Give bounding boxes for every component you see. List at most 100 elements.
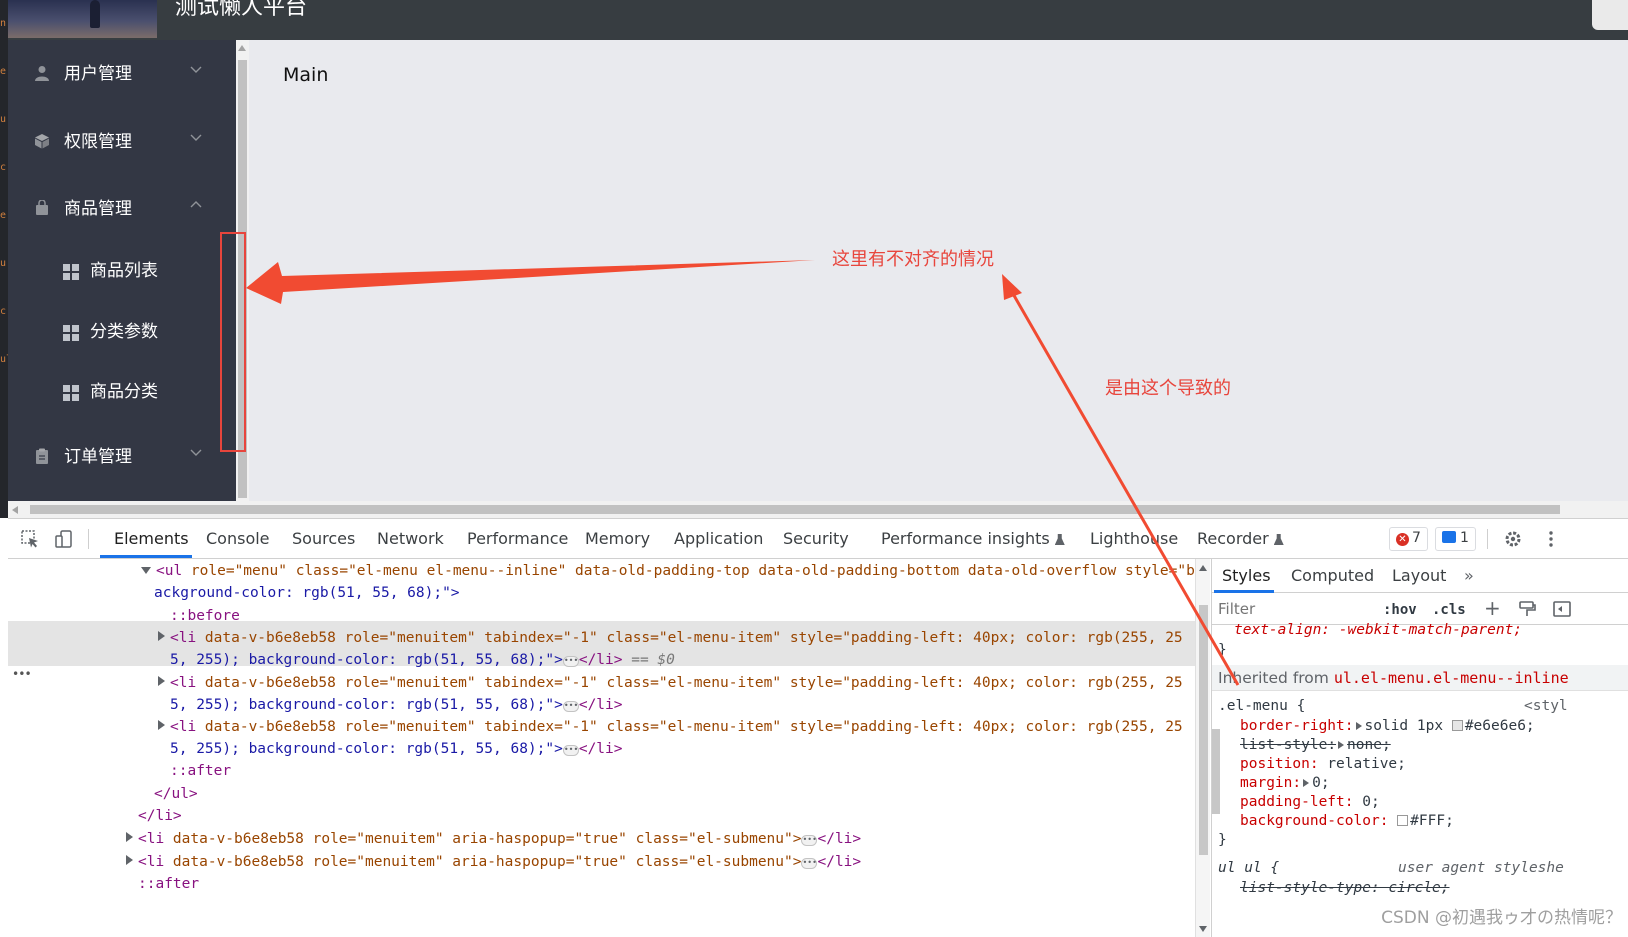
collapsed-content-ellipsis[interactable]: ••• [562,701,579,712]
menu-item-orders[interactable]: 订单管理 [8,429,236,485]
tab-console[interactable]: Console [206,529,270,548]
css-prop-background-color[interactable]: background-color: #FFF; [1240,812,1454,831]
css-prop-list-style[interactable]: list-style: none; [1240,736,1391,755]
expand-triangle-icon[interactable] [158,631,165,641]
experiment-flask-icon [1273,534,1284,545]
dom-pseudo-after[interactable]: ::after [138,873,199,895]
chevron-up-icon [190,201,202,208]
expand-shorthand-icon[interactable] [1303,779,1310,787]
scroll-down-arrow-icon[interactable] [1199,926,1207,932]
tab-recorder[interactable]: Recorder [1197,529,1284,548]
horizontal-scrollbar[interactable] [8,501,1628,518]
css-prop-list-style-type[interactable]: list-style-type: circle; [1240,879,1450,898]
expand-shorthand-icon[interactable] [1338,741,1345,749]
tab-sources[interactable]: Sources [292,529,355,548]
menu-item-users[interactable]: 用户管理 [8,46,236,102]
scrollbar-thumb[interactable] [30,505,1560,514]
submenu-item-label: 商品分类 [90,382,158,402]
tab-label: Recorder [1197,529,1269,548]
scroll-up-arrow-icon[interactable] [238,45,246,51]
tab-performance[interactable]: Performance [467,529,568,548]
tab-security[interactable]: Security [783,529,849,548]
collapsed-content-ellipsis[interactable]: ••• [801,858,818,869]
ua-rule-selector: ul ul { [1218,860,1280,876]
grid-icon [63,264,79,280]
tab-styles[interactable]: Styles [1222,566,1271,585]
dom-tree-scrollbar[interactable] [1195,559,1210,937]
color-swatch[interactable] [1451,720,1463,731]
dom-pseudo-before[interactable]: ::before [170,605,240,627]
tab-lighthouse[interactable]: Lighthouse [1090,529,1178,548]
styles-filter-input[interactable] [1214,597,1372,621]
devtools-panel: Elements Console Sources Network Perform… [8,518,1628,937]
message-count-badge[interactable]: 1 [1435,527,1476,551]
submenu-item-goods-category[interactable]: 商品分类 [8,363,236,423]
dom-node-li[interactable]: <li data-v-b6e8eb58 role="menuitem" tabi… [158,672,1183,694]
prop-value: none; [1347,737,1391,753]
scrollbar-thumb[interactable] [1199,605,1208,855]
cls-toggle[interactable]: .cls [1432,602,1466,618]
tab-layout[interactable]: Layout [1392,566,1446,585]
collapsed-content-ellipsis[interactable]: ••• [562,745,579,756]
add-rule-plus-icon[interactable]: + [1484,596,1501,620]
dom-node-submenu[interactable]: <li data-v-b6e8eb58 role="menuitem" aria… [126,851,861,873]
ul-close-tag: </ul> [154,786,198,802]
dom-node-li-selected[interactable]: <li data-v-b6e8eb58 role="menuitem" tabi… [158,627,1183,649]
pseudo-after: ::after [170,763,232,779]
submenu-item-goods-list[interactable]: 商品列表 [8,242,236,302]
dom-node-ul[interactable]: <ul role="menu" class="el-menu el-menu--… [141,560,1195,582]
inspect-element-icon[interactable] [20,529,40,549]
menu-item-goods[interactable]: 商品管理 [8,181,236,237]
more-options-icon[interactable] [1541,529,1561,549]
color-swatch[interactable] [1397,815,1409,826]
toggle-sidebar-icon[interactable] [1552,599,1572,619]
header-user-area[interactable] [1592,0,1628,30]
dom-node-submenu[interactable]: <li data-v-b6e8eb58 role="menuitem" aria… [126,828,861,850]
tab-memory[interactable]: Memory [585,529,650,548]
prop-color-value: #e6e6e6 [1464,718,1526,734]
expand-shorthand-icon[interactable] [1355,722,1362,730]
tab-application[interactable]: Application [674,529,763,548]
css-prop-margin[interactable]: margin: 0; [1240,774,1330,793]
dom-node-li[interactable]: <li data-v-b6e8eb58 role="menuitem" tabi… [158,716,1183,738]
cause-annotation: 是由这个导致的 [1105,378,1231,399]
node-actions-dots-icon[interactable]: ••• [12,663,32,685]
expand-triangle-icon[interactable] [126,855,133,865]
more-tabs-chevron-icon[interactable]: » [1464,566,1474,585]
error-count-badge[interactable]: ✕ 7 [1389,527,1428,551]
prop-value: relative; [1327,756,1406,772]
inherited-selector-link[interactable]: ul.el-menu.el-menu--inline [1334,669,1569,687]
active-tab-indicator [100,555,192,558]
prop-name: position [1240,756,1310,772]
collapsed-content-ellipsis[interactable]: ••• [562,656,579,667]
dom-pseudo-after[interactable]: ::after [170,760,231,782]
logo-figure [90,0,100,28]
prop-value: 0; [1312,775,1330,791]
rule-source-link[interactable]: <styl [1524,697,1568,716]
tab-network[interactable]: Network [377,529,444,548]
hov-toggle[interactable]: :hov [1383,602,1417,618]
tab-elements[interactable]: Elements [114,529,189,548]
submenu-item-category-params[interactable]: 分类参数 [8,303,236,363]
tab-computed[interactable]: Computed [1291,566,1374,585]
menu-item-permissions[interactable]: 权限管理 [8,114,236,170]
message-count: 1 [1460,530,1469,546]
prop-name: margin [1240,775,1293,791]
expand-triangle-icon[interactable] [158,720,165,730]
expand-triangle-icon[interactable] [126,832,133,842]
scroll-up-arrow-icon[interactable] [1199,565,1207,571]
css-prop-border-right[interactable]: border-right: solid 1px #e6e6e6; [1240,717,1535,736]
tab-performance-insights[interactable]: Performance insights [881,529,1065,548]
dom-node-ul-cont: ackground-color: rgb(51, 55, 68);"> [154,582,460,604]
expand-triangle-icon[interactable] [158,676,165,686]
collapsed-content-ellipsis[interactable]: ••• [801,835,818,846]
styles-scroll-thumb[interactable] [1212,729,1220,814]
settings-gear-icon[interactable] [1503,529,1523,549]
device-toolbar-icon[interactable] [54,529,74,549]
css-prop-padding-left[interactable]: padding-left: 0; [1240,793,1380,812]
css-prop-position[interactable]: position: relative; [1240,755,1406,774]
scroll-left-arrow-icon[interactable] [12,506,18,514]
collapse-triangle-icon[interactable] [141,567,151,574]
chevron-down-icon [190,134,202,141]
paint-roller-icon[interactable] [1517,599,1537,619]
